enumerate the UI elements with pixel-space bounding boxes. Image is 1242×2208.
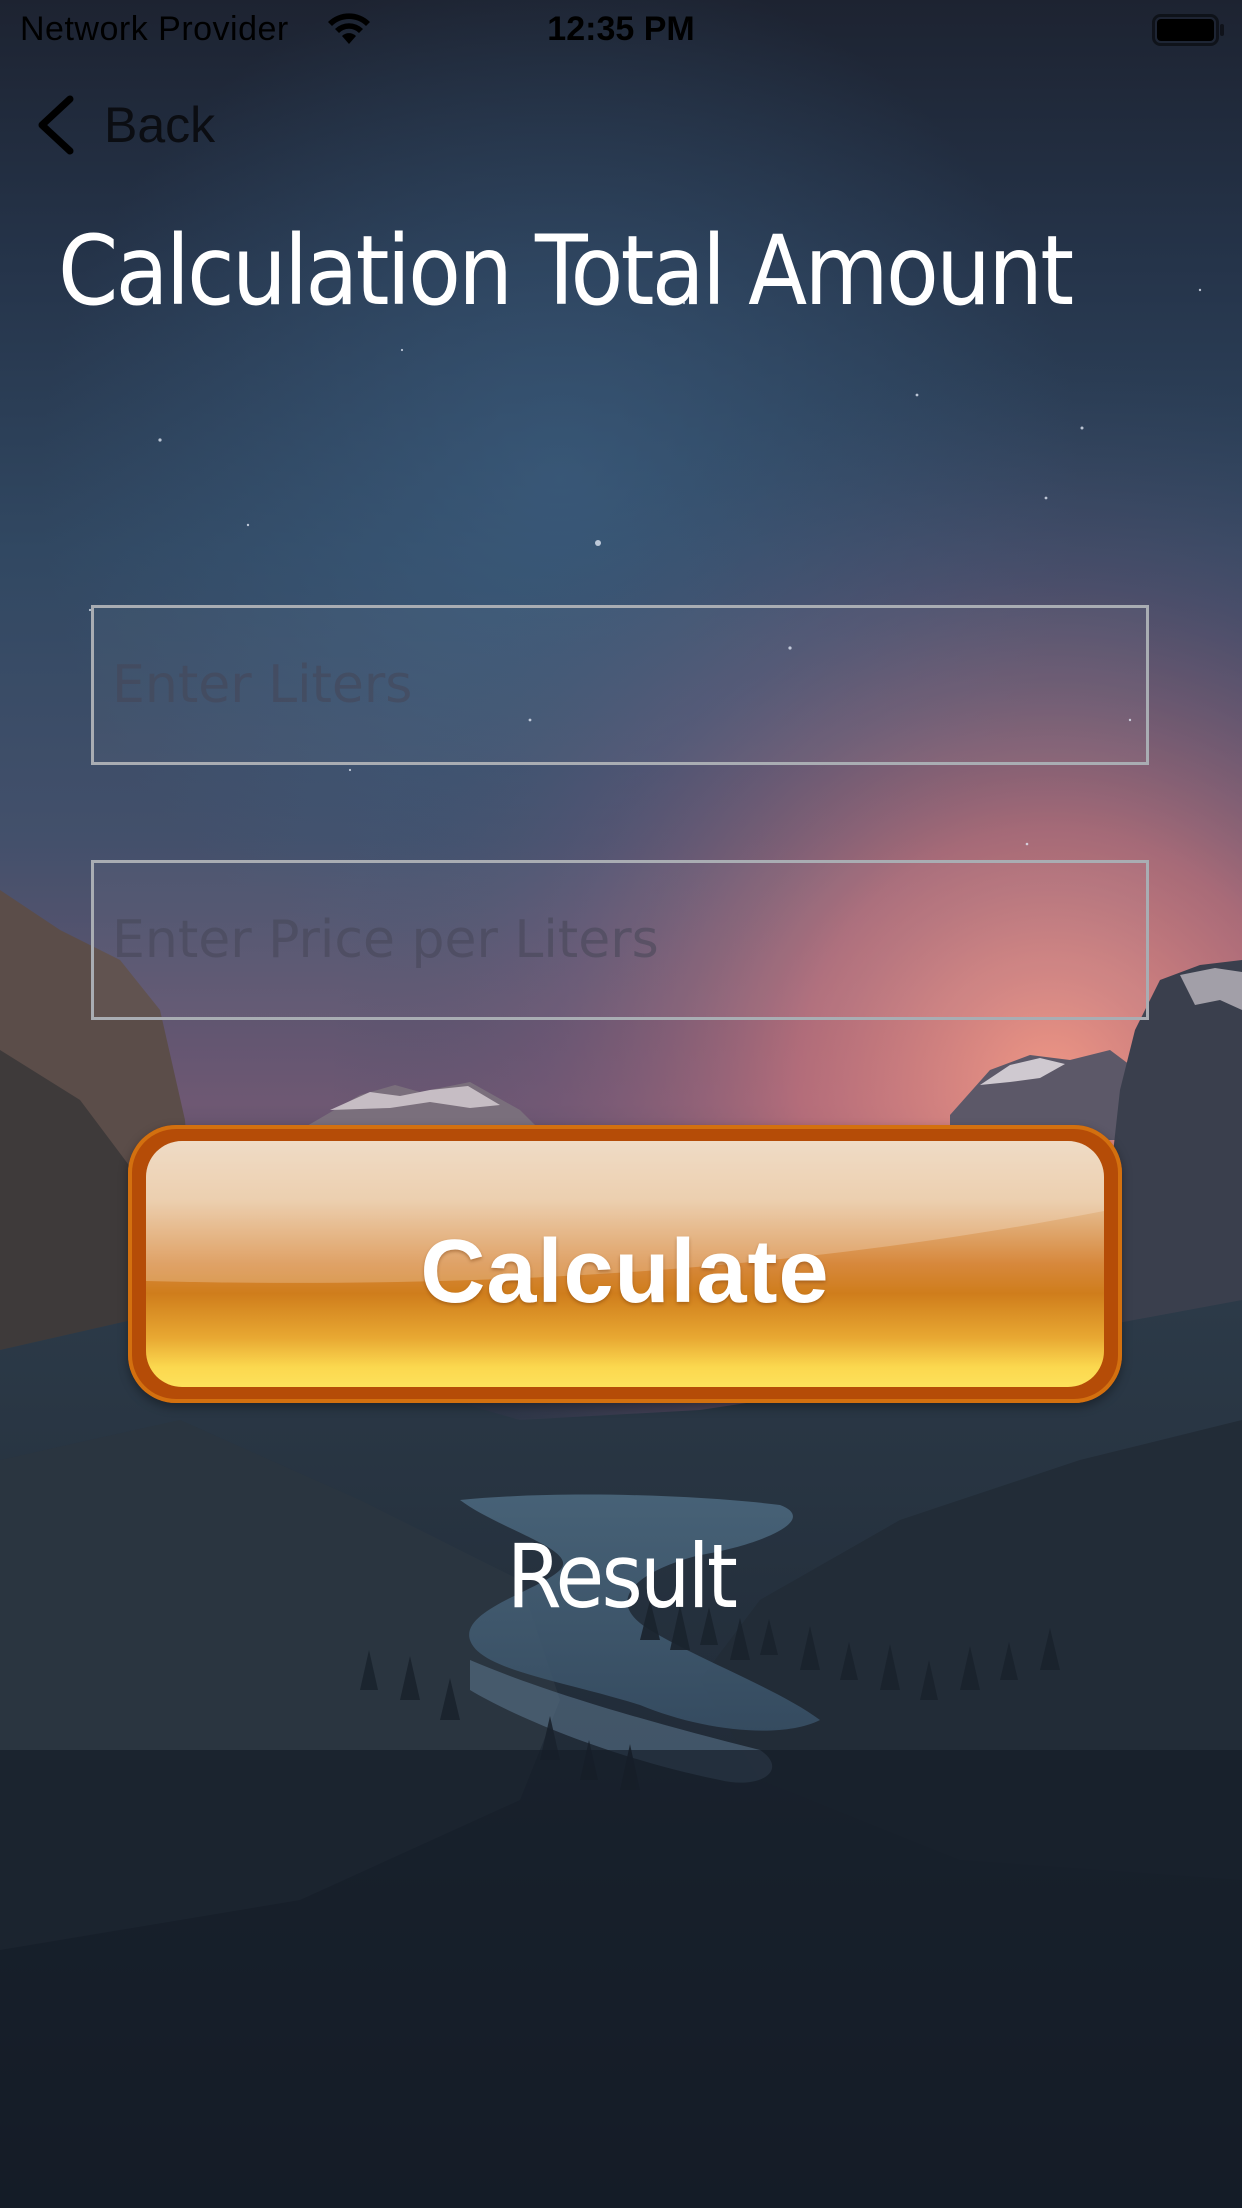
calculate-button-face: Calculate [146, 1141, 1104, 1387]
liters-field [91, 605, 1149, 765]
clock: 12:35 PM [547, 10, 695, 48]
back-label: Back [104, 97, 216, 153]
price-per-liter-field [91, 860, 1149, 1020]
back-button[interactable]: Back [30, 90, 215, 160]
calculate-label: Calculate [420, 1222, 830, 1322]
battery-full-icon [1152, 14, 1224, 46]
price-per-liter-input[interactable] [94, 863, 1146, 1017]
background-landscape [0, 0, 1242, 2208]
status-bar: Network Provider 12:35 PM [0, 0, 1242, 60]
chevron-left-icon [38, 95, 74, 155]
page-title: Calculation Total Amount [58, 215, 1074, 327]
result-label: Result [506, 1525, 738, 1628]
liters-input[interactable] [94, 608, 1146, 762]
calculate-button[interactable]: Calculate [128, 1125, 1122, 1403]
